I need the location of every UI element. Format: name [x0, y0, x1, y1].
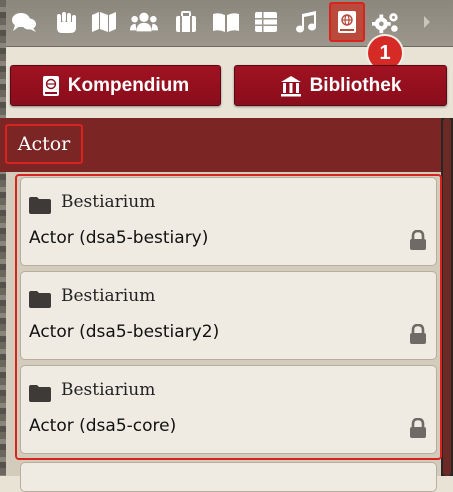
chat-bubbles-icon	[12, 13, 36, 32]
pack-folder-label: Bestiarium	[61, 380, 156, 400]
tab-compendium[interactable]	[329, 2, 365, 42]
chevron-right-icon	[424, 16, 430, 28]
kompendium-button-label: Kompendium	[67, 74, 190, 96]
folder-icon	[29, 291, 51, 312]
cogs-icon	[372, 13, 398, 34]
folder-title[interactable]: Actor	[5, 124, 83, 164]
tab-journal[interactable]	[212, 8, 240, 36]
library-icon	[280, 75, 302, 97]
bibliothek-button[interactable]: Bibliothek	[234, 65, 447, 106]
compendium-pack-card[interactable]: Bestiarium Actor (dsa5-bestiary)	[20, 177, 437, 266]
pack-name: Actor (dsa5-bestiary2)	[29, 322, 220, 342]
scrollbar-thumb[interactable]	[443, 118, 451, 476]
lock-icon[interactable]	[408, 229, 428, 254]
book-open-icon	[213, 13, 239, 32]
fist-icon	[57, 12, 76, 33]
compendium-pack-card-partial[interactable]	[20, 462, 437, 492]
tab-scenes[interactable]	[90, 8, 118, 36]
map-icon	[92, 12, 116, 32]
folder-icon	[29, 197, 51, 218]
pack-name: Actor (dsa5-core)	[29, 416, 177, 436]
music-icon	[296, 11, 316, 33]
kompendium-button[interactable]: Kompendium	[10, 65, 221, 106]
bibliothek-button-label: Bibliothek	[309, 74, 402, 96]
compendium-pack-card[interactable]: Bestiarium Actor (dsa5-bestiary2)	[20, 271, 437, 360]
pack-folder-label: Bestiarium	[61, 192, 156, 212]
suitcase-icon	[176, 11, 196, 32]
tab-combat[interactable]	[52, 8, 80, 36]
tab-settings[interactable]	[372, 8, 400, 36]
compendium-pack-card[interactable]: Bestiarium Actor (dsa5-core)	[20, 365, 437, 454]
tab-scroll-right[interactable]	[418, 8, 436, 36]
folder-icon	[29, 385, 51, 406]
tab-chat[interactable]	[10, 8, 38, 36]
atlas-icon	[338, 11, 356, 33]
table-icon	[255, 12, 277, 32]
atlas-icon	[42, 75, 60, 97]
pack-folder-label: Bestiarium	[61, 286, 156, 306]
pack-name: Actor (dsa5-bestiary)	[29, 228, 209, 248]
lock-icon[interactable]	[408, 323, 428, 348]
tab-tables[interactable]	[252, 8, 280, 36]
tab-playlists[interactable]	[292, 8, 320, 36]
tab-items[interactable]	[172, 8, 200, 36]
lock-icon[interactable]	[408, 417, 428, 442]
tab-actors[interactable]	[130, 8, 158, 36]
users-icon	[130, 12, 158, 32]
